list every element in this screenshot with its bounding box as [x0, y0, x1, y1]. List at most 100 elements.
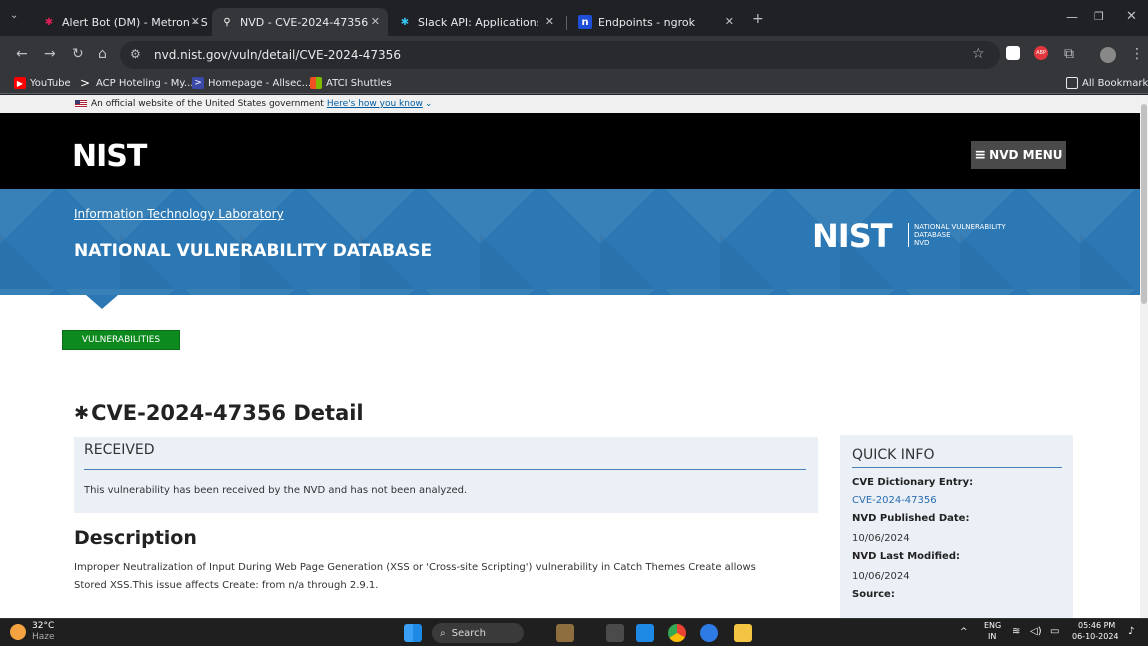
widgets-icon[interactable] — [556, 624, 574, 642]
address-bar[interactable]: ⚙ nvd.nist.gov/vuln/detail/CVE-2024-4735… — [120, 41, 1000, 69]
gov-banner: An official website of the United States… — [0, 95, 1140, 113]
cve-entry-label: CVE Dictionary Entry: — [852, 477, 974, 488]
slack-icon: ✱ — [400, 16, 410, 28]
cve-title-text: CVE-2024-47356 Detail — [91, 401, 364, 425]
tab-separator — [566, 16, 567, 30]
logo-text-line: NATIONAL VULNERABILITY — [914, 223, 1006, 231]
youtube-icon: ▶ — [14, 77, 26, 89]
url-text: nvd.nist.gov/vuln/detail/CVE-2024-47356 — [154, 48, 401, 62]
microsoft-icon — [310, 77, 322, 89]
hamburger-icon: ≡ — [974, 147, 987, 163]
wifi-icon[interactable]: ≋ — [1012, 626, 1020, 637]
chevron-down-icon[interactable]: ⌄ — [425, 99, 433, 109]
notification-bell-icon[interactable]: ♪ — [1128, 626, 1134, 637]
nvd-banner: Information Technology Laboratory NATION… — [0, 189, 1140, 295]
bookmark-acp[interactable]: > ACP Hoteling - My... — [78, 76, 193, 90]
tab-title: Endpoints - ngrok — [598, 15, 695, 29]
tab-slack-alert[interactable]: ✱ Alert Bot (DM) - Metron - Slack ✕ — [34, 8, 208, 36]
last-modified-value: 10/06/2024 — [852, 571, 910, 582]
weather-desc[interactable]: Haze — [32, 632, 55, 642]
slack-icon: ✱ — [44, 16, 54, 28]
vulnerabilities-button[interactable]: VULNERABILITIES — [62, 330, 180, 350]
received-text: This vulnerability has been received by … — [84, 485, 468, 496]
bookmark-label: YouTube — [30, 77, 71, 89]
divider — [852, 467, 1062, 468]
nvd-logo-text: NATIONAL VULNERABILITY DATABASE NVD — [908, 223, 1006, 247]
restore-icon[interactable]: ❐ — [1094, 10, 1104, 23]
divider — [84, 469, 806, 470]
page-title: ✱ CVE-2024-47356 Detail — [74, 401, 364, 425]
banner-pointer — [86, 295, 118, 309]
forward-icon[interactable]: → — [44, 46, 56, 62]
taskbar-search[interactable]: ⌕ Search — [432, 623, 524, 643]
new-tab-icon[interactable]: + — [752, 11, 764, 27]
extension-icon[interactable] — [1006, 46, 1020, 60]
windows-start-icon[interactable] — [404, 624, 422, 642]
itl-link[interactable]: Information Technology Laboratory — [74, 207, 284, 221]
bookmark-label: Homepage - Allsec... — [208, 77, 312, 89]
window-close-icon[interactable]: ✕ — [1126, 9, 1137, 24]
close-icon[interactable]: ✕ — [545, 15, 554, 28]
web-page: An official website of the United States… — [0, 95, 1140, 618]
chrome-icon[interactable] — [668, 624, 686, 642]
bookmarks-bar: ▶ YouTube > ACP Hoteling - My... > Homep… — [0, 74, 1148, 94]
acp-icon: > — [79, 76, 91, 90]
bookmark-allsec[interactable]: > Homepage - Allsec... — [192, 77, 311, 89]
heres-how-you-know-link[interactable]: Here's how you know — [327, 99, 423, 109]
close-icon[interactable]: ✕ — [725, 15, 734, 28]
bookmark-star-icon[interactable]: ☆ — [972, 46, 985, 62]
quick-info-heading: QUICK INFO — [852, 447, 935, 463]
chevron-up-icon[interactable]: ^ — [960, 627, 968, 637]
kebab-menu-icon[interactable]: ⋮ — [1130, 46, 1144, 62]
folder-icon — [1066, 77, 1078, 89]
search-icon: ⌕ — [440, 627, 446, 639]
battery-icon[interactable]: ▭ — [1050, 626, 1059, 637]
logo-text-line: NVD — [914, 239, 930, 247]
task-view-icon[interactable] — [606, 624, 624, 642]
tab-title: NVD - CVE-2024-47356 — [240, 15, 369, 29]
tab-ngrok[interactable]: n Endpoints - ngrok ✕ — [570, 8, 742, 36]
reload-icon[interactable]: ↻ — [72, 46, 84, 62]
site-info-icon[interactable]: ⚙ — [130, 47, 141, 61]
weather-icon[interactable] — [10, 624, 26, 640]
home-icon[interactable]: ⌂ — [98, 46, 107, 62]
bookmark-atci[interactable]: ATCI Shuttles — [310, 77, 392, 89]
volume-icon[interactable]: ◁) — [1030, 626, 1042, 637]
scrollbar-thumb[interactable] — [1141, 104, 1147, 304]
adblock-icon[interactable]: ABP — [1034, 46, 1048, 60]
nist-logo[interactable]: NIST — [72, 139, 147, 174]
nist-nvd-logo[interactable]: NIST — [812, 217, 893, 255]
received-panel: RECEIVED This vulnerability has been rec… — [74, 437, 818, 513]
weather-temp[interactable]: 32°C — [32, 621, 54, 631]
profile-avatar[interactable] — [1100, 47, 1116, 63]
search-label: Search — [451, 627, 486, 639]
clock-date[interactable]: 06-10-2024 — [1072, 632, 1119, 641]
nvd-title[interactable]: NATIONAL VULNERABILITY DATABASE — [74, 241, 432, 261]
tab-title: Alert Bot (DM) - Metron - Slack — [62, 15, 208, 29]
bookmark-youtube[interactable]: ▶ YouTube — [14, 77, 71, 89]
close-icon[interactable]: ✕ — [371, 15, 380, 28]
back-icon[interactable]: ← — [16, 46, 28, 62]
file-explorer-icon[interactable] — [734, 624, 752, 642]
region-label[interactable]: IN — [988, 632, 996, 641]
extensions-icon[interactable]: ⧉ — [1064, 46, 1074, 62]
all-bookmarks[interactable]: All Bookmarks — [1066, 77, 1148, 89]
close-icon[interactable]: ✕ — [191, 15, 200, 28]
language-label[interactable]: ENG — [984, 621, 1001, 630]
browser-toolbar: ← → ↻ ⌂ ⚙ nvd.nist.gov/vuln/detail/CVE-2… — [0, 36, 1148, 74]
description-line: Improper Neutralization of Input During … — [74, 562, 756, 573]
clock-time[interactable]: 05:46 PM — [1078, 621, 1115, 630]
published-date-value: 10/06/2024 — [852, 533, 910, 544]
cve-entry-link[interactable]: CVE-2024-47356 — [852, 495, 937, 506]
tab-title: Slack API: Applications | Metron — [418, 15, 538, 29]
tab-slack-api[interactable]: ✱ Slack API: Applications | Metron ✕ — [390, 8, 562, 36]
minimize-icon[interactable]: — — [1066, 10, 1078, 24]
bookmark-label: ATCI Shuttles — [326, 77, 392, 89]
taskbar: 32°C Haze ⌕ Search ^ ENG IN ≋ ◁) ▭ 05:46… — [0, 618, 1148, 646]
vscode-icon[interactable] — [636, 624, 654, 642]
tab-search-icon[interactable]: ⌄ — [10, 10, 18, 21]
copilot-icon[interactable] — [700, 624, 718, 642]
us-flag-icon — [75, 100, 87, 108]
tab-nvd[interactable]: ⚲ NVD - CVE-2024-47356 ✕ — [212, 8, 388, 36]
nvd-menu-button[interactable]: ≡ NVD MENU — [971, 141, 1066, 169]
